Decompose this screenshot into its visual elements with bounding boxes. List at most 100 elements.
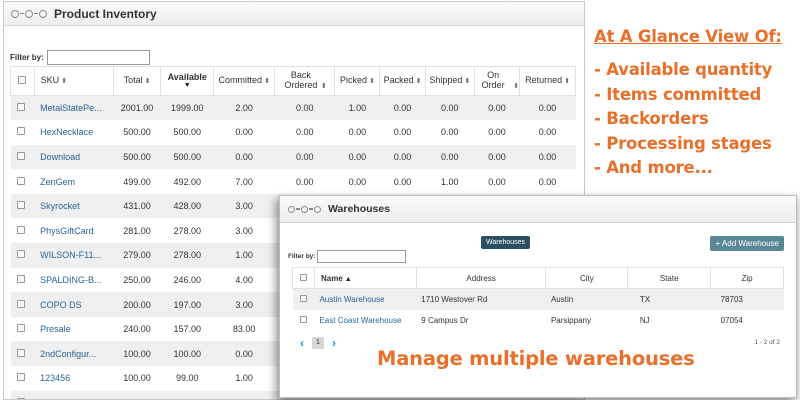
sort-icon: ⬍ <box>464 78 471 85</box>
column-header-city[interactable]: City <box>545 267 629 289</box>
table-cell: 0.00 <box>379 95 426 121</box>
sku-link[interactable]: ZenGem <box>34 169 114 194</box>
sort-icon: ⬍ <box>415 78 422 85</box>
sort-icon: ⬍ <box>144 78 151 85</box>
table-cell: 100.00 <box>113 341 161 367</box>
row-checkbox[interactable] <box>299 294 307 302</box>
table-cell: 197.00 <box>160 292 214 317</box>
row-checkbox-cell <box>10 341 35 367</box>
column-label: Back Ordered <box>284 70 318 90</box>
table-cell: 1.00 <box>425 169 475 194</box>
column-header-shipped[interactable]: Shipped ⬍ <box>424 66 475 96</box>
row-checkbox[interactable] <box>16 103 25 112</box>
column-header-back-ordered[interactable]: Back Ordered ⬍ <box>274 66 336 96</box>
row-checkbox[interactable] <box>299 315 307 323</box>
row-checkbox-cell <box>10 267 35 293</box>
table-cell: 1710 Westover Rd <box>416 288 546 310</box>
column-header-packed[interactable]: Packed ⬍ <box>379 66 426 96</box>
sku-link[interactable]: WILSON-F11... <box>34 243 114 268</box>
row-checkbox[interactable] <box>16 274 25 283</box>
sku-link[interactable]: DeltaPearl <box>34 390 114 399</box>
table-cell: 279.00 <box>113 243 161 268</box>
column-header-picked[interactable]: Picked ⬍ <box>334 66 381 96</box>
table-cell: TX <box>627 288 711 310</box>
row-checkbox[interactable] <box>16 127 25 136</box>
sort-icon: ⬍ <box>320 83 327 90</box>
sort-descending-icon: ▼ <box>183 82 191 89</box>
column-header-sku[interactable]: SKU ⬍ <box>33 66 114 96</box>
at-a-glance-callout: At A Glance View Of: - Available quantit… <box>594 27 800 181</box>
table-cell: 240.00 <box>113 316 161 342</box>
tab-warehouses[interactable]: Warehouses <box>481 236 531 249</box>
table-cell: 0.00 <box>274 95 335 121</box>
callout-item: - Processing stages <box>594 133 772 153</box>
table-cell: 0.00 <box>425 120 475 145</box>
table-cell: 0.00 <box>334 120 380 145</box>
table-cell: 100.00 <box>160 341 214 367</box>
column-header-returned[interactable]: Returned ⬍ <box>519 66 576 96</box>
add-warehouse-button[interactable]: + Add Warehouse <box>710 236 784 251</box>
column-header-name[interactable]: Name ▲ <box>313 267 417 289</box>
select-all-checkbox[interactable] <box>299 273 307 281</box>
next-page-icon[interactable]: › <box>332 336 336 350</box>
row-checkbox-cell <box>10 95 35 121</box>
inventory-table-header: SKU ⬍ Total ⬍ Available ▼ Committed ⬍ Back Order… <box>10 66 576 96</box>
column-header-available[interactable]: Available ▼ <box>160 66 215 96</box>
manage-warehouses-tagline: Manage multiple warehouses <box>377 347 695 370</box>
table-row[interactable]: HexNecklace 500.00 500.00 0.00 0.00 0.00 0.00 0… <box>10 120 576 145</box>
column-header-committed[interactable]: Committed ⬍ <box>213 66 276 96</box>
sku-link[interactable]: PhysGiftCard <box>34 218 114 244</box>
table-cell: 1.00 <box>213 243 275 268</box>
inventory-filter-input[interactable] <box>46 50 150 65</box>
column-label: Committed <box>218 75 262 85</box>
table-row[interactable]: MetalStatePe... 2001.00 1999.00 2.00 0.00 1.0… <box>10 95 576 121</box>
sku-link[interactable]: SPALDING-B... <box>34 267 114 293</box>
sku-link[interactable]: 123456 <box>34 366 114 391</box>
column-header-total[interactable]: Total ⬍ <box>112 66 162 96</box>
sku-link[interactable]: Skyrocket <box>34 193 114 219</box>
callout-item: - And more... <box>594 158 713 177</box>
sku-link[interactable]: Presale <box>34 316 114 342</box>
table-row[interactable]: Austin Warehouse 1710 Westover Rd Austin TX… <box>292 288 784 310</box>
column-label: SKU <box>40 75 60 85</box>
prev-page-icon[interactable]: ‹ <box>300 336 304 350</box>
sort-icon: ⬍ <box>513 83 519 90</box>
column-header-zip[interactable]: Zip <box>710 267 784 289</box>
sku-link[interactable]: Download <box>34 144 114 170</box>
sku-link[interactable]: COPO DS <box>34 292 114 317</box>
table-cell: 431.00 <box>113 193 161 219</box>
table-cell: 3.00 <box>213 193 275 219</box>
row-checkbox[interactable] <box>16 373 25 382</box>
row-checkbox[interactable] <box>16 176 25 185</box>
table-cell: 1.00 <box>213 366 275 391</box>
sku-link[interactable]: MetalStatePe... <box>34 95 114 121</box>
table-cell: 9 Campus Dr <box>416 309 546 331</box>
row-checkbox[interactable] <box>16 250 25 259</box>
row-checkbox[interactable] <box>16 348 25 357</box>
sku-link[interactable]: HexNecklace <box>34 120 114 145</box>
table-cell: 0.00 <box>474 120 520 145</box>
table-cell: 500.00 <box>160 120 214 145</box>
column-header-state[interactable]: State <box>627 267 712 289</box>
warehouse-name-link[interactable]: East Coast Warehouse <box>314 309 417 331</box>
row-checkbox[interactable] <box>16 324 25 333</box>
select-all-checkbox[interactable] <box>18 76 27 84</box>
table-row[interactable]: Download 500.00 500.00 0.00 0.00 0.00 0.00 0.00… <box>10 144 576 170</box>
table-row[interactable]: East Coast Warehouse 9 Campus Dr Parsippan… <box>292 309 784 331</box>
warehouses-panel-header: Warehouses <box>280 196 796 223</box>
table-cell: 1999.00 <box>160 95 214 121</box>
page-number[interactable]: 1 <box>312 337 324 349</box>
warehouse-name-link[interactable]: Austin Warehouse <box>314 288 417 310</box>
table-cell: 0.00 <box>379 169 426 194</box>
table-row[interactable]: ZenGem 499.00 492.00 7.00 0.00 0.00 0.00 1.00 0.… <box>10 169 576 194</box>
warehouses-filter-input[interactable] <box>317 250 407 263</box>
row-checkbox[interactable] <box>16 299 25 308</box>
column-header-on-order[interactable]: On Order ⬍ <box>473 66 521 96</box>
sku-link[interactable]: 2ndConfigur... <box>34 341 114 367</box>
table-cell: 2.00 <box>213 390 275 399</box>
row-checkbox[interactable] <box>16 225 25 234</box>
table-cell: 97.00 <box>160 390 214 399</box>
row-checkbox[interactable] <box>16 201 25 210</box>
column-header-address[interactable]: Address <box>415 267 547 289</box>
row-checkbox[interactable] <box>16 151 25 160</box>
